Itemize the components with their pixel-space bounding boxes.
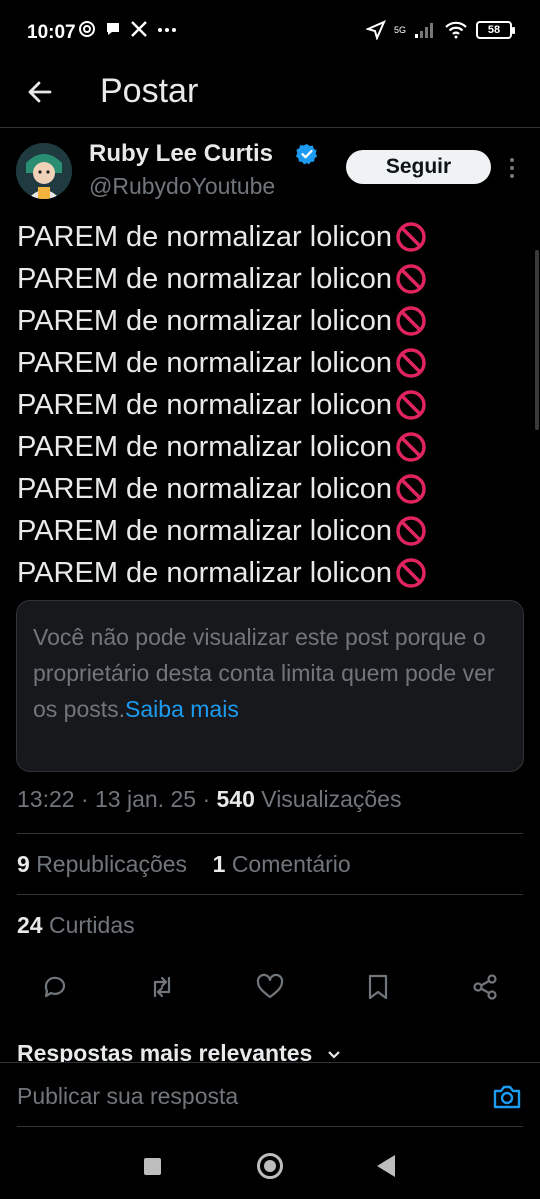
replies-heading-label: Respostas mais relevantes [17, 1040, 313, 1062]
post-text-line-content: PAREM de normalizar lolicon [17, 430, 392, 463]
post-text-line-content: PAREM de normalizar lolicon [17, 346, 392, 379]
network-type: 5G [393, 25, 406, 35]
restricted-notice-text: Você não pode visualizar este post porqu… [33, 619, 507, 727]
post-actions-bar [0, 972, 540, 1008]
likes-count: 24 [17, 912, 43, 938]
back-arrow-icon[interactable] [24, 76, 56, 108]
post-text-line: PAREM de normalizar lolicon [17, 216, 527, 258]
post-time: 13:22 [17, 786, 75, 812]
post-text-line: PAREM de normalizar lolicon [17, 258, 527, 300]
location-icon [365, 20, 386, 40]
post-text-line-content: PAREM de normalizar lolicon [17, 514, 392, 547]
reply-input-underline [17, 1126, 523, 1127]
chat-bubble-icon [107, 23, 119, 35]
follow-button[interactable]: Seguir [346, 150, 491, 184]
post-text-line-content: PAREM de normalizar lolicon [17, 556, 392, 589]
recents-button[interactable] [144, 1158, 161, 1175]
reposts-label: Republicações [36, 851, 188, 877]
battery-level: 58 [487, 24, 501, 36]
system-navigation-bar [0, 1140, 540, 1199]
post-text-line-content: PAREM de normalizar lolicon [17, 262, 392, 295]
status-notification-icons [78, 20, 178, 38]
like-icon[interactable] [255, 972, 285, 1002]
wifi-icon [445, 21, 467, 39]
share-icon[interactable] [470, 972, 500, 1002]
system-back-button[interactable] [377, 1155, 395, 1177]
likes-label: Curtidas [48, 912, 135, 938]
top-header: Postar [0, 66, 540, 128]
reply-icon[interactable] [40, 972, 70, 1002]
comments-count: 1 [212, 851, 226, 877]
post-text: PAREM de normalizar lolicon PAREM de norm… [17, 216, 527, 594]
author-avatar[interactable] [16, 143, 72, 199]
prohibited-icon [396, 558, 426, 588]
post-text-line: PAREM de normalizar lolicon [17, 300, 527, 342]
scrollbar[interactable] [535, 250, 539, 430]
reposts-count: 9 [17, 851, 30, 877]
post-text-line: PAREM de normalizar lolicon [17, 342, 527, 384]
divider [17, 894, 523, 895]
learn-more-link[interactable]: Saiba mais [125, 696, 239, 722]
prohibited-icon [396, 264, 426, 294]
post-text-line: PAREM de normalizar lolicon [17, 426, 527, 468]
more-vertical-icon[interactable] [508, 156, 516, 180]
post-date: 13 jan. 25 [95, 786, 197, 812]
views-label: Visualizações [261, 786, 402, 812]
meta-separator: · [202, 786, 217, 812]
prohibited-icon [396, 390, 426, 420]
post-text-line: PAREM de normalizar lolicon [17, 468, 527, 510]
camera-icon[interactable] [492, 1083, 522, 1111]
page-title: Postar [100, 72, 199, 110]
home-button[interactable] [257, 1153, 283, 1179]
post-text-line-content: PAREM de normalizar lolicon [17, 304, 392, 337]
restricted-quote-notice: Você não pode visualizar este post porqu… [16, 600, 524, 772]
author-name[interactable]: Ruby Lee Curtis [89, 140, 273, 168]
more-notifications-icon [158, 28, 176, 32]
prohibited-icon [396, 432, 426, 462]
x-logo-icon [131, 21, 147, 37]
meta-separator: · [80, 786, 96, 812]
repost-icon[interactable] [147, 972, 177, 1002]
prohibited-icon [396, 474, 426, 504]
post-text-line: PAREM de normalizar lolicon [17, 384, 527, 426]
post-text-line: PAREM de normalizar lolicon [17, 552, 527, 594]
threads-icon [79, 21, 95, 37]
reply-composer [0, 1062, 540, 1128]
comments-label: Comentário [231, 851, 351, 877]
author-handle[interactable]: @RubydoYoutube [89, 173, 275, 200]
prohibited-icon [396, 306, 426, 336]
bookmark-icon[interactable] [363, 972, 393, 1002]
battery-indicator: 58 [476, 21, 515, 39]
divider [17, 833, 523, 834]
prohibited-icon [396, 348, 426, 378]
post-text-line-content: PAREM de normalizar lolicon [17, 388, 392, 421]
reply-input[interactable] [17, 1079, 477, 1113]
verified-badge-icon [296, 144, 318, 165]
likes-stat[interactable]: 24 Curtidas [17, 912, 135, 939]
status-bar: 10:07 5G 58 [0, 0, 540, 66]
views-count: 540 [216, 786, 255, 812]
replies-sort-dropdown[interactable]: Respostas mais relevantes [17, 1040, 341, 1062]
prohibited-icon [396, 222, 426, 252]
notice-body: Você não pode visualizar este post porqu… [33, 624, 495, 722]
chevron-down-icon [327, 1051, 340, 1059]
status-system-icons: 5G 58 [365, 20, 515, 40]
status-time: 10:07 [27, 22, 76, 43]
engagement-stats-row: 9 Republicações 1 Comentário [17, 851, 351, 878]
post-text-line: PAREM de normalizar lolicon [17, 510, 527, 552]
post-text-line-content: PAREM de normalizar lolicon [17, 220, 392, 253]
reposts-stat[interactable]: 9 Republicações [17, 851, 187, 877]
post-text-line-content: PAREM de normalizar lolicon [17, 472, 392, 505]
post-timestamp-views: 13:22 · 13 jan. 25 · 540 Visualizações [17, 786, 401, 813]
avatar-image [16, 143, 72, 199]
comments-stat[interactable]: 1 Comentário [213, 851, 351, 877]
prohibited-icon [396, 516, 426, 546]
signal-icon [415, 23, 433, 38]
